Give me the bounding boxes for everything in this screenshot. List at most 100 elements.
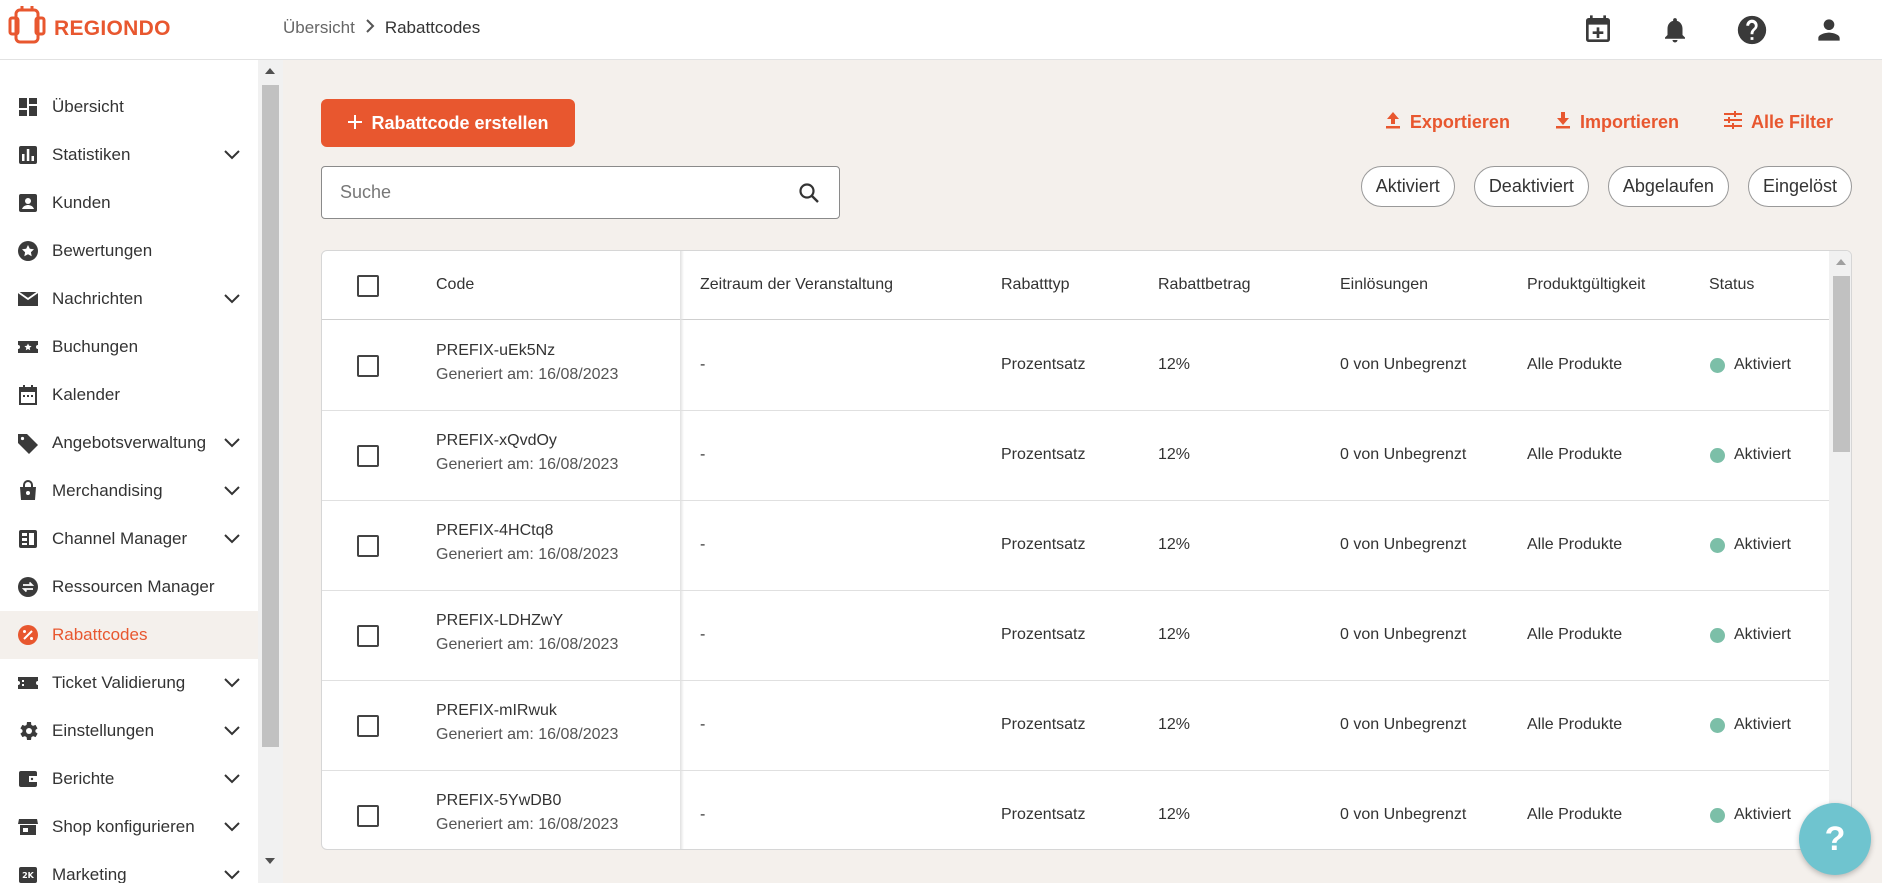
- export-label: Exportieren: [1409, 112, 1510, 132]
- column-header-code[interactable]: Code: [436, 276, 474, 294]
- filter-chip-aktiviert[interactable]: Aktiviert: [1360, 166, 1455, 207]
- sidebar-item-label: Übersicht: [52, 97, 124, 116]
- table-row[interactable]: PREFIX-5YwDB0 Generiert am: 16/08/2023 - Pr…: [322, 771, 1829, 849]
- sidebar-scrollbar[interactable]: [258, 60, 283, 883]
- sidebar-item-label: Nachrichten: [52, 289, 143, 308]
- column-header-validity[interactable]: Produktgültigkeit: [1527, 276, 1645, 294]
- table-row[interactable]: PREFIX-mIRwuk Generiert am: 16/08/2023 - Pr…: [322, 681, 1829, 771]
- select-all-checkbox[interactable]: [357, 275, 379, 297]
- cell-generated-date: Generiert am: 16/08/2023: [436, 726, 619, 743]
- cell-status: Aktiviert: [1734, 536, 1791, 553]
- cell-validity: Alle Produkte: [1527, 356, 1623, 373]
- cell-code[interactable]: PREFIX-5YwDB0: [436, 792, 561, 810]
- breadcrumb-parent[interactable]: Übersicht: [283, 18, 355, 38]
- calendar-add-icon[interactable]: [1576, 8, 1620, 52]
- search-icon[interactable]: [797, 181, 821, 210]
- row-checkbox[interactable]: [357, 715, 379, 737]
- chevron-down-icon[interactable]: [220, 527, 244, 551]
- row-checkbox[interactable]: [357, 445, 379, 467]
- export-button[interactable]: Exportieren: [1384, 110, 1510, 135]
- cell-code[interactable]: PREFIX-xQvdOy: [436, 432, 557, 450]
- download-icon: [1554, 110, 1572, 135]
- cell-status: Aktiviert: [1734, 716, 1791, 733]
- cell-code[interactable]: PREFIX-mIRwuk: [436, 702, 557, 720]
- column-header-period[interactable]: Zeitraum der Veranstaltung: [700, 276, 893, 294]
- chevron-down-icon[interactable]: [220, 143, 244, 167]
- sidebar-item-ticket-validierung[interactable]: Ticket Validierung: [0, 659, 258, 707]
- sidebar-item-merchandising[interactable]: Merchandising: [0, 467, 258, 515]
- column-header-type[interactable]: Rabatttyp: [1001, 276, 1069, 294]
- cell-code[interactable]: PREFIX-4HCtq8: [436, 522, 553, 540]
- sidebar-item-ressourcen-manager[interactable]: Ressourcen Manager: [0, 563, 258, 611]
- sidebar-item-bewertungen[interactable]: Bewertungen: [0, 227, 258, 275]
- row-checkbox[interactable]: [357, 355, 379, 377]
- scroll-up-arrow-icon[interactable]: [265, 68, 275, 74]
- bell-icon[interactable]: [1653, 8, 1697, 52]
- sidebar-item-statistiken[interactable]: Statistiken: [0, 131, 258, 179]
- sidebar-item-angebotsverwaltung[interactable]: Angebotsverwaltung: [0, 419, 258, 467]
- gear-icon: [16, 719, 40, 743]
- sidebar-item-buchungen[interactable]: Buchungen: [0, 323, 258, 371]
- table-row[interactable]: PREFIX-uEk5Nz Generiert am: 16/08/2023 - Pr…: [322, 321, 1829, 411]
- sidebar-item-einstellungen[interactable]: Einstellungen: [0, 707, 258, 755]
- table-header: Code Zeitraum der Veranstaltung Rabattty…: [322, 251, 1829, 320]
- chevron-down-icon[interactable]: [220, 479, 244, 503]
- chevron-down-icon[interactable]: [220, 431, 244, 455]
- sidebar-item-channel-manager[interactable]: Channel Manager: [0, 515, 258, 563]
- search-input[interactable]: [340, 182, 780, 203]
- column-header-redemptions[interactable]: Einlösungen: [1340, 276, 1428, 294]
- sidebar-item-berichte[interactable]: Berichte: [0, 755, 258, 803]
- sidebar-item-label: Shop konfigurieren: [52, 817, 195, 836]
- sidebar-item-label: Marketing: [52, 865, 127, 883]
- sidebar-scroll-thumb[interactable]: [262, 85, 279, 747]
- cell-redemptions: 0 von Unbegrenzt: [1340, 356, 1467, 373]
- cell-type: Prozentsatz: [1001, 716, 1086, 733]
- chevron-down-icon[interactable]: [220, 671, 244, 695]
- cell-period: -: [700, 536, 706, 553]
- table-row[interactable]: PREFIX-xQvdOy Generiert am: 16/08/2023 - Pr…: [322, 411, 1829, 501]
- cell-generated-date: Generiert am: 16/08/2023: [436, 456, 619, 473]
- cell-code[interactable]: PREFIX-uEk5Nz: [436, 342, 555, 360]
- chevron-down-icon[interactable]: [220, 863, 244, 883]
- chevron-down-icon[interactable]: [220, 767, 244, 791]
- help-circle-icon[interactable]: [1730, 8, 1774, 52]
- sidebar-item-nachrichten[interactable]: Nachrichten: [0, 275, 258, 323]
- cell-period: -: [700, 626, 706, 643]
- chevron-down-icon[interactable]: [220, 287, 244, 311]
- sidebar-item-label: Kalender: [52, 385, 121, 404]
- cell-code[interactable]: PREFIX-LDHZwY: [436, 612, 563, 630]
- table-scroll-up-arrow-icon[interactable]: [1836, 259, 1846, 265]
- column-header-status[interactable]: Status: [1709, 276, 1754, 294]
- row-checkbox[interactable]: [357, 535, 379, 557]
- tag-icon: [16, 431, 40, 455]
- create-discount-code-button[interactable]: Rabattcode erstellen: [321, 99, 575, 147]
- table-row[interactable]: PREFIX-LDHZwY Generiert am: 16/08/2023 - Pr…: [322, 591, 1829, 681]
- sidebar-item-marketing[interactable]: 2K Marketing: [0, 851, 258, 883]
- import-button[interactable]: Importieren: [1554, 110, 1679, 135]
- mail-icon: [16, 287, 40, 311]
- table-scrollbar[interactable]: [1829, 251, 1851, 849]
- scroll-down-arrow-icon[interactable]: [265, 858, 275, 864]
- account-icon[interactable]: [1807, 8, 1851, 52]
- sidebar-item-übersicht[interactable]: Übersicht: [0, 83, 258, 131]
- filter-chip-eingelöst[interactable]: Eingelöst: [1747, 166, 1852, 207]
- filter-chip-deaktiviert[interactable]: Deaktiviert: [1473, 166, 1589, 207]
- row-checkbox[interactable]: [357, 805, 379, 827]
- all-filters-button[interactable]: Alle Filter: [1723, 110, 1833, 135]
- filter-chip-abgelaufen[interactable]: Abgelaufen: [1607, 166, 1729, 207]
- person-card-icon: [16, 191, 40, 215]
- regiondo-logo[interactable]: REGIONDO: [8, 6, 171, 51]
- chevron-down-icon[interactable]: [220, 719, 244, 743]
- sidebar-item-shop-konfigurieren[interactable]: Shop konfigurieren: [0, 803, 258, 851]
- row-checkbox[interactable]: [357, 625, 379, 647]
- chevron-down-icon[interactable]: [220, 815, 244, 839]
- table-row[interactable]: PREFIX-4HCtq8 Generiert am: 16/08/2023 - Pr…: [322, 501, 1829, 591]
- cell-amount: 12%: [1158, 356, 1191, 373]
- sidebar-item-kalender[interactable]: Kalender: [0, 371, 258, 419]
- cell-type: Prozentsatz: [1001, 446, 1086, 463]
- help-chat-button[interactable]: ?: [1799, 803, 1871, 875]
- table-scroll-thumb[interactable]: [1833, 276, 1850, 452]
- column-header-amount[interactable]: Rabattbetrag: [1158, 276, 1251, 294]
- sidebar-item-kunden[interactable]: Kunden: [0, 179, 258, 227]
- sidebar-item-rabattcodes[interactable]: Rabattcodes: [0, 611, 258, 659]
